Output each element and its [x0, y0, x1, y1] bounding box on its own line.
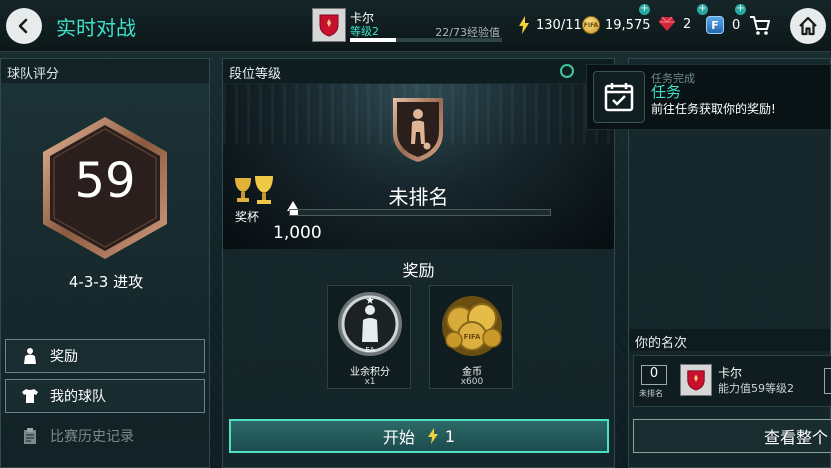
gem-icon	[659, 16, 675, 31]
start-button[interactable]: 开始 1	[229, 419, 609, 453]
rank-shield-icon	[393, 98, 443, 162]
back-arrow-icon	[18, 18, 28, 34]
energy-counter[interactable]: 130/11	[518, 16, 582, 34]
cart-icon[interactable]	[749, 14, 771, 36]
club-crest-icon	[680, 364, 712, 396]
rating-hexagon: 59	[41, 115, 169, 261]
rewards-title: 奖励	[402, 261, 435, 280]
my-team-button[interactable]: 我的球队	[5, 379, 205, 413]
ranking-heading: 你的名次	[629, 329, 830, 351]
trophy-label: 奖杯	[235, 210, 260, 224]
match-history-button[interactable]: 比赛历史记录	[5, 419, 205, 453]
task-notification[interactable]: 任务完成 任务 前往任务获取你的奖励!	[586, 64, 831, 130]
club-crest-icon	[312, 8, 346, 42]
add-gems-button[interactable]: +	[697, 4, 708, 15]
gems-counter[interactable]: 2	[658, 16, 691, 32]
rank-player-name: 卡尔	[718, 366, 743, 380]
fifa-points-counter[interactable]: F 0	[706, 16, 740, 34]
view-all-button[interactable]: 查看整个	[633, 419, 831, 453]
xp-progress-bar	[350, 38, 502, 42]
add-coins-button[interactable]: +	[639, 4, 650, 15]
svg-text:EA: EA	[365, 346, 374, 354]
stadium-banner: 未排名 奖杯 1,000	[223, 84, 614, 249]
page-title: 实时对战	[56, 16, 136, 40]
timer-icon	[560, 64, 574, 78]
division-heading: 段位等级	[223, 59, 614, 83]
reward-qty: x1	[364, 377, 376, 387]
reward-name: 业余积分	[350, 367, 390, 378]
coins-counter[interactable]: FIFA 19,575	[582, 16, 651, 34]
start-label: 开始	[382, 428, 415, 447]
lightning-icon	[519, 16, 529, 34]
energy-value: 130/11	[536, 17, 582, 33]
rank-name: 未排名	[388, 185, 449, 209]
formation-label: 4-3-3 进攻	[68, 273, 144, 291]
calendar-check-icon	[593, 71, 645, 123]
fifa-points-value: 0	[732, 17, 741, 33]
xp-progress-fill	[350, 38, 396, 42]
my-rank-row[interactable]: 0 未排名 卡尔 能力值59等级2	[633, 355, 831, 407]
home-icon	[799, 16, 817, 36]
next-row-edge	[824, 368, 831, 394]
trophy-progress-fill	[290, 210, 298, 215]
player-card[interactable]: 卡尔 等级2 22/73经验值	[312, 8, 504, 44]
team-rating-value: 59	[74, 153, 136, 209]
top-bar: 实时对战 卡尔 等级2 22/73经验值 130/11 FIFA 19,575 …	[0, 0, 831, 52]
reward-name: 金币	[462, 367, 482, 378]
reward-qty: x600	[460, 377, 484, 387]
clipboard-icon	[20, 426, 40, 446]
rewards-button[interactable]: 奖励	[5, 339, 205, 373]
player-level: 等级2	[350, 25, 379, 38]
match-history-label: 比赛历史记录	[50, 429, 134, 445]
rank-player-detail: 能力值59等级2	[718, 382, 794, 395]
my-team-label: 我的球队	[50, 389, 106, 405]
coin-icon: FIFA	[582, 16, 600, 34]
reward-amateur-points[interactable]: EA 业余积分 x1	[327, 285, 411, 389]
coins-value: 19,575	[605, 17, 651, 33]
team-rating-heading: 球队评分	[1, 59, 209, 83]
notification-title: 任务	[651, 83, 682, 101]
jersey-icon	[20, 386, 40, 406]
trophy-icon	[235, 176, 273, 204]
reward-coins[interactable]: FIFA 金币 x600	[429, 285, 513, 389]
add-fifa-points-button[interactable]: +	[735, 4, 746, 15]
rank-status: 未排名	[639, 389, 663, 398]
rewards-label: 奖励	[50, 349, 78, 365]
start-cost: 1	[444, 426, 456, 446]
svg-text:FIFA: FIFA	[464, 333, 481, 341]
team-rating-panel: 球队评分 59 4-3-3 进攻 奖励 我的球队 比赛历史记录	[0, 58, 210, 468]
notification-message: 前往任务获取你的奖励!	[651, 102, 776, 116]
back-button[interactable]	[6, 8, 42, 44]
coin-pile-icon: FIFA	[442, 296, 502, 356]
rank-number: 0	[641, 365, 667, 385]
lightning-icon	[427, 428, 438, 444]
gems-value: 2	[683, 16, 692, 32]
trophy-count: 1,000	[273, 223, 322, 243]
amateur-points-icon: EA	[338, 292, 402, 356]
home-button[interactable]	[790, 8, 826, 44]
player-silhouette-icon	[20, 346, 40, 366]
trophy-progress-bar	[289, 209, 551, 216]
fifa-points-icon: F	[706, 16, 724, 34]
division-panel: 段位等级 未排名 奖杯 1,000 奖励 EA 业余积分 x1 FIFA 金币 …	[222, 58, 615, 468]
